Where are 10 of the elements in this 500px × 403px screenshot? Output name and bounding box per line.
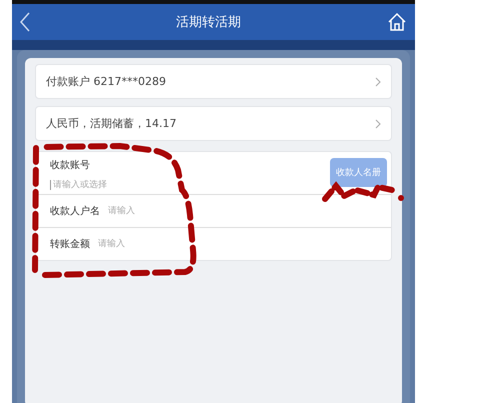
field-label: 转账金额 [50, 238, 90, 251]
field-label: 收款账号 [50, 158, 91, 172]
chevron-icon [375, 118, 381, 128]
screen-title: 活期转活期 [176, 14, 241, 31]
back-icon[interactable] [20, 12, 30, 32]
home-icon[interactable] [387, 12, 407, 32]
field-label: 收款人户名 [50, 204, 100, 218]
chevron-icon [375, 76, 381, 86]
account-row[interactable]: 人民币，活期储蓄，14.17 [35, 106, 392, 141]
account-row[interactable]: 付款账户 6217***0289 [35, 64, 392, 99]
